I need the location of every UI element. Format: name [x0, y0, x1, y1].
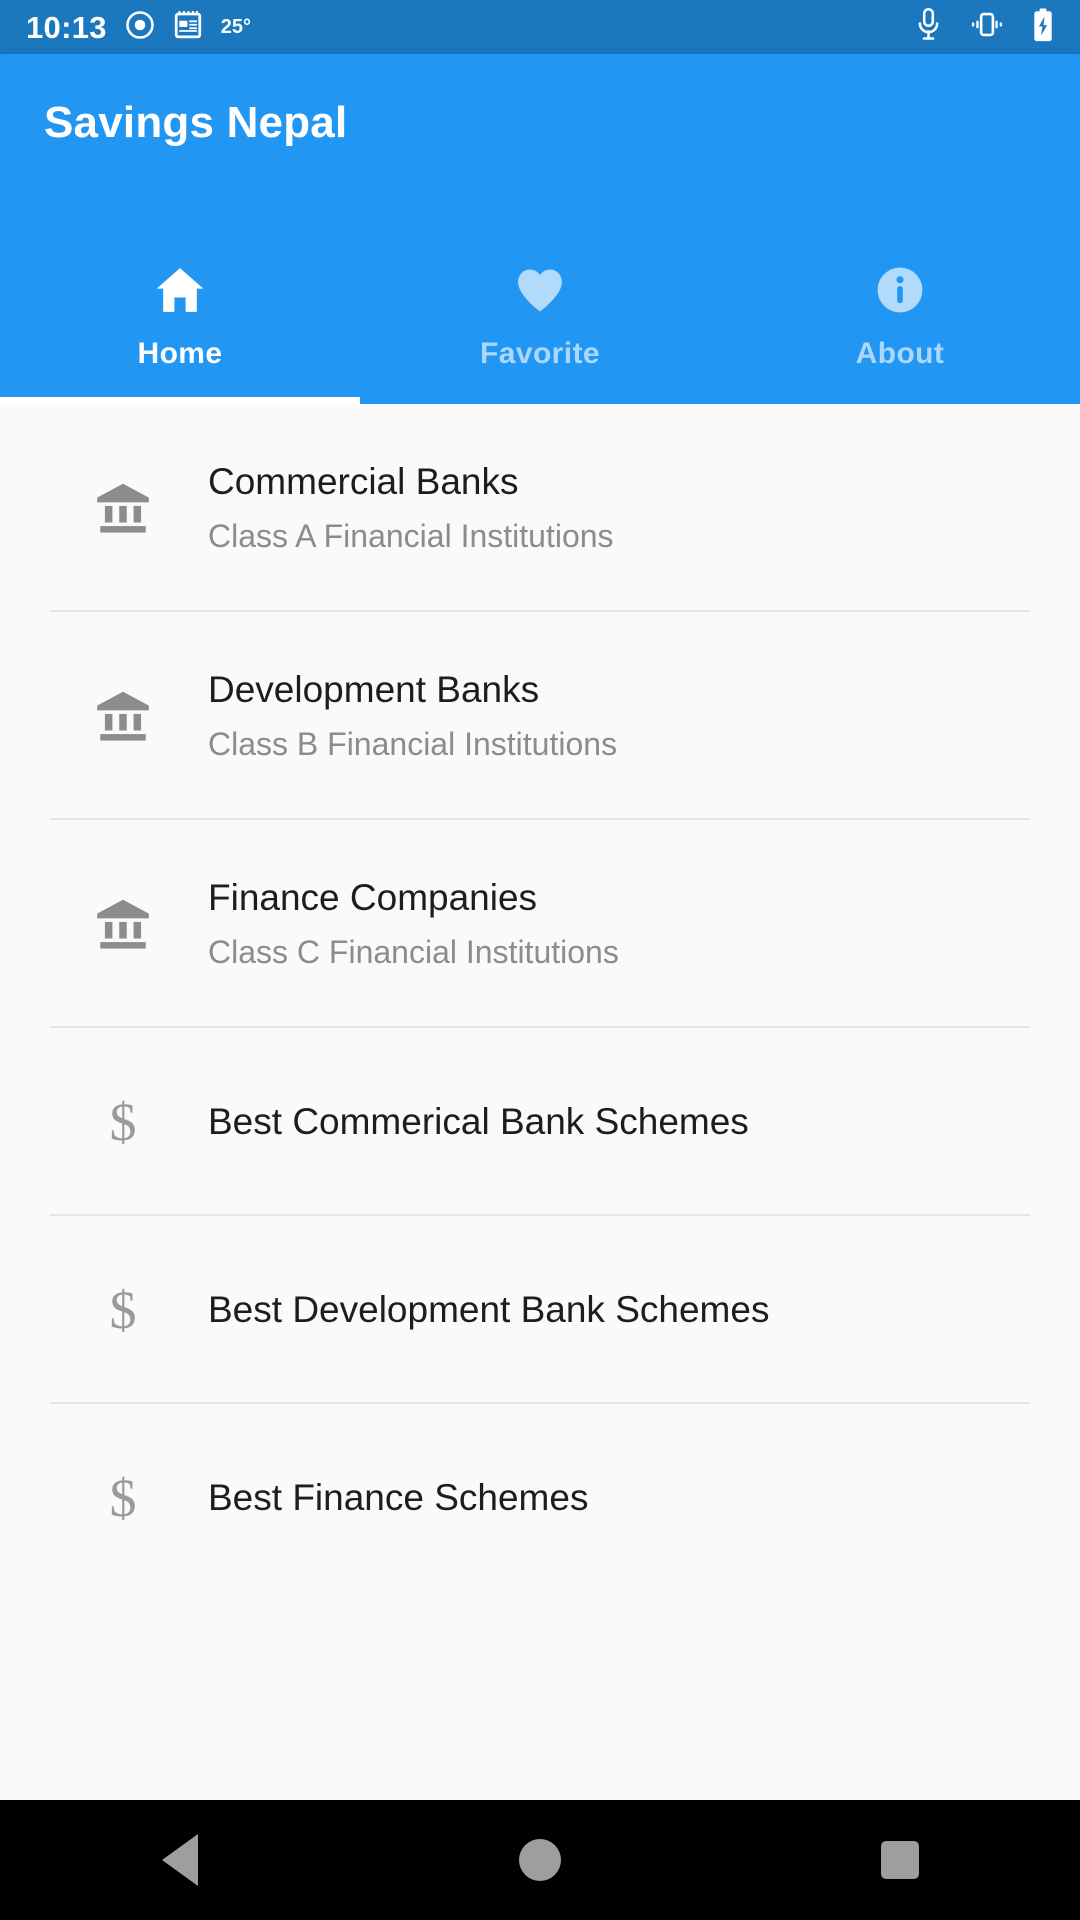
list-item-title: Finance Companies: [208, 877, 538, 919]
status-bar-temperature: 25°: [220, 16, 252, 38]
list-item-text: Development Banks Class B Financial Inst…: [208, 669, 617, 762]
status-bar-right: [915, 7, 1054, 47]
back-button[interactable]: [90, 1800, 270, 1920]
tab-about-label: About: [855, 336, 945, 370]
tab-about[interactable]: About: [720, 219, 1080, 404]
phone-screen: 10:13 25° Savings Nepal Home Favorite Ab…: [0, 0, 1080, 1920]
page-title: Savings Nepal: [44, 98, 348, 147]
list-item-text: Commercial Banks Class A Financial Insti…: [208, 461, 614, 554]
tab-active-indicator: [0, 397, 360, 404]
record-dot-icon: [125, 10, 155, 45]
bank-icon: [88, 893, 158, 955]
tab-favorite[interactable]: Favorite: [360, 219, 720, 404]
dollar-icon: $: [88, 1283, 158, 1337]
calendar-note-icon: [173, 9, 203, 45]
dollar-glyph: $: [109, 1468, 137, 1528]
tab-home[interactable]: Home: [0, 219, 360, 404]
list-item-text: Best Finance Schemes: [208, 1477, 588, 1520]
institution-list: Commercial Banks Class A Financial Insti…: [0, 404, 1080, 1800]
list-item-title: Best Development Bank Schemes: [208, 1288, 770, 1330]
home-circle-icon: [519, 1839, 561, 1881]
list-item-subtitle: Class B Financial Institutions: [208, 725, 618, 762]
list-item[interactable]: Commercial Banks Class A Financial Insti…: [0, 404, 1080, 612]
status-bar-clock: 10:13: [26, 9, 107, 45]
tab-home-label: Home: [137, 336, 223, 370]
bank-icon: [88, 685, 158, 747]
tab-bar: Home Favorite About: [0, 219, 1080, 404]
vibrate-icon: [970, 11, 1004, 43]
list-item[interactable]: $ Best Commerical Bank Schemes: [0, 1028, 1080, 1216]
home-icon: [152, 259, 208, 321]
dollar-glyph: $: [109, 1092, 137, 1152]
dollar-icon: $: [88, 1471, 158, 1525]
dollar-glyph: $: [109, 1280, 137, 1340]
list-item-title: Best Commerical Bank Schemes: [208, 1100, 749, 1142]
recents-square-icon: [881, 1841, 919, 1879]
list-item-subtitle: Class A Financial Institutions: [208, 517, 614, 554]
home-button[interactable]: [450, 1800, 630, 1920]
list-item-title: Commercial Banks: [208, 461, 519, 503]
info-circle-icon: [872, 259, 928, 321]
tab-favorite-label: Favorite: [480, 336, 600, 370]
list-item-subtitle: Class C Financial Institutions: [208, 933, 619, 970]
list-item[interactable]: $ Best Finance Schemes: [0, 1404, 1080, 1592]
list-item-title: Development Banks: [208, 669, 540, 711]
bank-icon: [88, 477, 158, 539]
app-bar: Savings Nepal Home Favorite About: [0, 54, 1080, 404]
android-navigation-bar: [0, 1800, 1080, 1920]
list-item-text: Best Commerical Bank Schemes: [208, 1101, 749, 1144]
list-item-title: Best Finance Schemes: [208, 1476, 589, 1518]
recents-button[interactable]: [810, 1800, 990, 1920]
heart-icon: [512, 259, 568, 321]
battery-charging-icon: [1032, 8, 1054, 47]
list-item[interactable]: Development Banks Class B Financial Inst…: [0, 612, 1080, 820]
list-item[interactable]: Finance Companies Class C Financial Inst…: [0, 820, 1080, 1028]
status-bar: 10:13 25°: [0, 0, 1080, 54]
dollar-icon: $: [88, 1095, 158, 1149]
list-item-text: Best Development Bank Schemes: [208, 1289, 769, 1332]
back-triangle-icon: [162, 1834, 198, 1886]
status-bar-left: 10:13 25°: [26, 9, 251, 45]
list-item[interactable]: $ Best Development Bank Schemes: [0, 1216, 1080, 1404]
microphone-icon: [915, 7, 942, 46]
list-item-text: Finance Companies Class C Financial Inst…: [208, 877, 619, 970]
